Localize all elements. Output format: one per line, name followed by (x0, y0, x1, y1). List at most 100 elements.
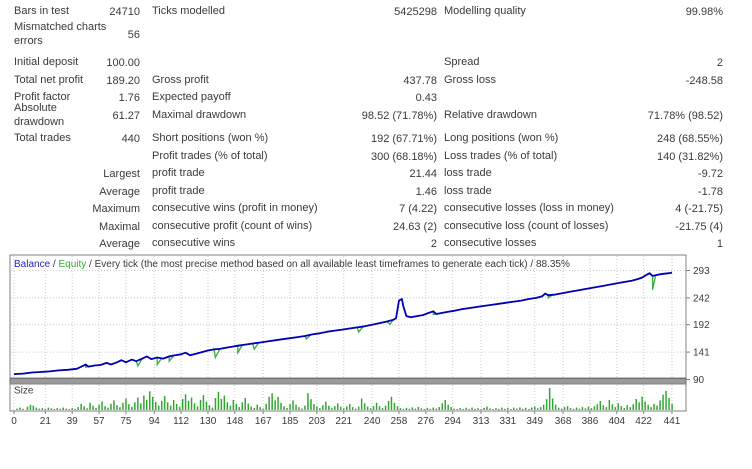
stat-group-3: Modelling quality 99.98% (444, 5, 723, 19)
stat-value: Average (99, 185, 140, 198)
stat-label: Gross loss (444, 73, 496, 86)
size-bar (280, 402, 282, 410)
stat-value: -9.72 (697, 168, 723, 181)
stat-group-2: Gross profit 437.78 (152, 74, 437, 88)
chart-legend: Balance / Equity / Every tick (the most … (14, 259, 570, 270)
x-axis-label: 441 (664, 416, 681, 427)
stat-value: Largest (103, 168, 140, 181)
size-bar (402, 409, 405, 410)
size-bar (259, 407, 261, 410)
size-bar (545, 399, 548, 410)
stat-label: consecutive wins (profit in money) (152, 202, 318, 215)
size-bar (605, 407, 608, 410)
size-bar (405, 407, 408, 410)
size-bar (656, 405, 658, 410)
size-bar (268, 396, 270, 410)
size-bar (510, 409, 512, 410)
size-bar (26, 406, 29, 410)
stat-label: Spread (444, 56, 480, 69)
size-bar (489, 408, 491, 410)
size-bar (107, 407, 109, 410)
table-row: Total trades 440 Short positions (won %)… (0, 131, 752, 149)
size-bar (399, 408, 402, 410)
size-bar (539, 407, 542, 410)
size-bar (295, 404, 297, 410)
size-bar (346, 406, 348, 410)
size-bar (659, 400, 661, 410)
size-bar (47, 407, 50, 410)
size-bar (381, 408, 384, 410)
stat-group-2: consecutive profit (count of wins) 24.63… (152, 220, 437, 234)
size-bar (465, 407, 467, 410)
size-bar (519, 407, 521, 410)
size-bar (226, 402, 229, 410)
size-bar (313, 404, 315, 410)
size-bar (229, 405, 232, 410)
x-axis-label: 276 (417, 416, 434, 427)
size-bar (74, 408, 76, 410)
stat-value: 192 (67.71%) (370, 133, 437, 146)
x-axis-label: 21 (40, 416, 52, 427)
size-bar (378, 406, 381, 410)
size-bar (193, 403, 196, 410)
stat-label: Relative drawdown (444, 108, 537, 121)
size-bar (531, 407, 533, 410)
x-axis-label: 130 (200, 416, 217, 427)
size-bar (158, 405, 160, 410)
size-bar (608, 399, 611, 410)
size-bar (128, 404, 130, 410)
stat-value: 437.78 (403, 74, 437, 87)
size-bar (528, 409, 530, 410)
size-bar (423, 409, 426, 410)
size-bar (50, 408, 53, 410)
stat-label: Long positions (won %) (444, 132, 559, 145)
x-axis-label: 185 (282, 416, 299, 427)
stat-label: Total trades (14, 132, 71, 145)
size-bar (247, 403, 249, 410)
size-bar (420, 408, 423, 410)
size-bar (104, 406, 106, 410)
size-bar (578, 408, 581, 410)
size-bar (98, 404, 100, 410)
size-bar (217, 391, 220, 410)
size-bar (641, 396, 643, 410)
size-bar (196, 406, 199, 410)
size-bar (223, 395, 226, 410)
stat-group-1: Average (14, 186, 140, 198)
x-axis-label: 203 (309, 416, 326, 427)
size-bar (566, 406, 569, 410)
stat-label: Mismatched charts errors (14, 20, 107, 47)
size-bar (617, 403, 619, 410)
stat-group-1: Total trades 440 (14, 132, 140, 146)
size-bar (369, 408, 372, 410)
x-axis-label: 313 (473, 416, 490, 427)
x-axis-label: 0 (11, 416, 17, 427)
size-bar (390, 396, 393, 410)
stat-value: -21.75 (4) (675, 220, 723, 233)
size-bar (363, 403, 366, 410)
size-bar (563, 407, 566, 410)
stat-label: consecutive wins (152, 237, 236, 250)
stat-value: 2 (430, 238, 437, 251)
stat-value: -1.78 (697, 185, 723, 198)
size-bar (626, 405, 628, 410)
table-row: Profit trades (% of total) 300 (68.18%) … (0, 148, 752, 166)
size-bar (668, 398, 670, 410)
size-bar (611, 404, 614, 410)
size-bar (551, 398, 554, 410)
stat-value: 4 (-21.75) (675, 203, 723, 216)
stat-group-3: loss trade -9.72 (444, 167, 723, 181)
size-bar (507, 407, 509, 410)
stat-label: Loss trades (% of total) (444, 149, 558, 162)
size-bar (271, 393, 273, 410)
size-bar (441, 403, 443, 410)
y-axis-label: 141 (693, 348, 710, 359)
stat-value: 440 (121, 133, 140, 146)
stat-value: 98.52 (71.78%) (361, 109, 437, 122)
size-bar (662, 394, 664, 410)
stat-group-1: Largest (14, 168, 140, 180)
size-bar (665, 390, 667, 410)
y-axis-label: 90 (693, 375, 705, 386)
size-bar (334, 406, 336, 410)
size-bar (298, 407, 300, 410)
